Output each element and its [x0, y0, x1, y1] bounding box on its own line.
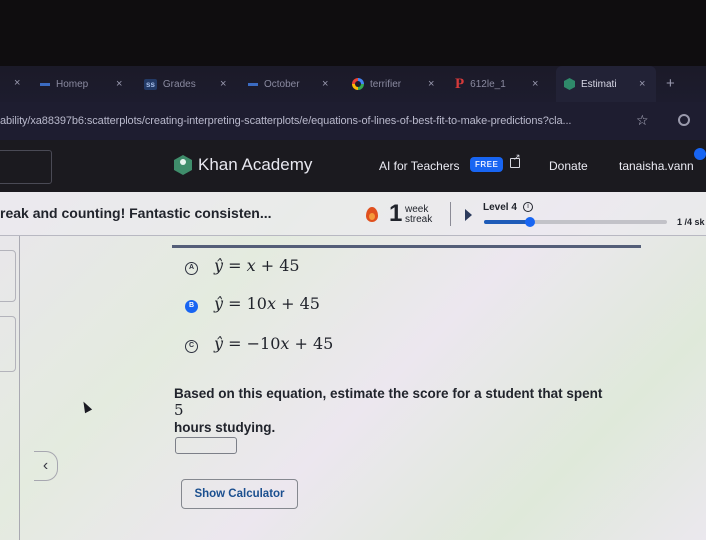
level-progress-fill	[484, 220, 530, 224]
tab-terrifier[interactable]: terrifier ×	[352, 66, 440, 102]
tab-october[interactable]: October ×	[248, 66, 338, 102]
equals-sign: =	[223, 334, 247, 353]
flame-icon	[366, 207, 378, 222]
divider	[450, 202, 451, 226]
tab-612le[interactable]: P 612le_1 ×	[455, 66, 545, 102]
tab-close-icon[interactable]: ×	[14, 77, 20, 89]
answer-input[interactable]	[175, 437, 237, 454]
choice-letter-c: C	[185, 340, 198, 353]
tab-close-icon[interactable]: ×	[322, 78, 328, 90]
dash-favicon-icon	[40, 82, 50, 86]
search-box[interactable]	[0, 150, 52, 184]
choice-b[interactable]: B ŷ = 10x + 45	[185, 294, 320, 313]
tab-label: October	[264, 78, 300, 90]
sidebar-card[interactable]	[0, 316, 16, 372]
screen-bezel	[0, 0, 706, 66]
constant-term: + 45	[289, 334, 334, 353]
user-menu[interactable]: tanaisha.vann	[619, 159, 694, 173]
streak-count: 1	[389, 200, 403, 227]
tab-estimating[interactable]: Estimati ×	[556, 66, 656, 102]
constant-term: + 45	[276, 294, 320, 313]
y-hat: ŷ	[214, 294, 224, 313]
extension-icon[interactable]	[678, 114, 690, 126]
choice-a[interactable]: A ŷ = x + 45	[185, 256, 300, 275]
dash-favicon-icon	[248, 82, 258, 86]
equals-sign: =	[223, 256, 247, 275]
tab-label: Grades	[162, 78, 196, 90]
tab-label: Estimati	[581, 78, 617, 90]
coefficient: −10	[246, 334, 281, 353]
tab-close-icon[interactable]: ×	[639, 78, 645, 90]
play-icon[interactable]	[465, 209, 472, 221]
choice-equation: ŷ = x + 45	[214, 256, 300, 275]
browser-tab-strip: × Homep × ss Grades × October × terrifie…	[0, 66, 706, 102]
notification-dot-icon	[694, 148, 706, 160]
khan-academy-logo-icon	[174, 155, 192, 175]
choice-equation: ŷ = −10x + 45	[214, 334, 333, 353]
new-tab-button[interactable]: +	[666, 75, 675, 92]
streak-unit: week streak	[405, 205, 432, 225]
streak-message: reak and counting! Fantastic consisten..…	[0, 205, 272, 221]
tab-close-icon[interactable]: ×	[532, 78, 538, 90]
tab-close-icon[interactable]: ×	[220, 78, 226, 90]
google-favicon-icon	[352, 78, 364, 90]
prompt-text: Based on this equation, estimate the sco…	[174, 386, 603, 401]
y-hat: ŷ	[214, 334, 224, 353]
tab-label: terrifier	[370, 78, 402, 90]
free-badge: FREE	[470, 157, 504, 172]
tab-close-icon[interactable]: ×	[116, 78, 122, 90]
variable-x: x	[266, 294, 277, 313]
site-header: Khan Academy AI for Teachers FREE Donate…	[0, 140, 706, 192]
tab-homepage[interactable]: Homep ×	[40, 66, 130, 102]
address-bar: ability/xa88397b6:scatterplots/creating-…	[0, 102, 706, 140]
tab-label: Homep	[56, 78, 89, 90]
prompt-tail: hours studying.	[174, 420, 276, 435]
choice-equation: ŷ = 10x + 45	[214, 294, 320, 313]
y-hat: ŷ	[214, 256, 224, 275]
question-prompt: Based on this equation, estimate the sco…	[174, 385, 614, 436]
tab-close-icon[interactable]: ×	[428, 78, 434, 90]
level-progress-knob	[524, 217, 535, 227]
choice-letter-a: A	[185, 262, 198, 275]
coefficient: 10	[246, 294, 267, 313]
donate-link[interactable]: Donate	[549, 159, 588, 173]
prompt-number: 5	[174, 401, 184, 419]
khan-academy-logo[interactable]: Khan Academy	[174, 155, 312, 175]
info-icon[interactable]: i	[523, 202, 533, 212]
logo-text: Khan Academy	[198, 155, 313, 174]
ai-for-teachers-link[interactable]: AI for Teachers	[379, 159, 459, 173]
streak-unit-streak: streak	[405, 214, 433, 225]
external-link-icon	[510, 152, 521, 168]
variable-x: x	[246, 256, 256, 275]
equals-sign: =	[223, 294, 247, 313]
sidebar-card[interactable]	[0, 250, 16, 302]
choice-letter-b: B	[185, 300, 198, 313]
tab-grades[interactable]: ss Grades ×	[144, 66, 236, 102]
khan-academy-favicon-icon	[564, 78, 575, 90]
level-label: Level 4	[483, 202, 517, 213]
bookmark-star-icon[interactable]: ☆	[636, 112, 649, 129]
collapse-sidebar-button[interactable]: ‹	[34, 451, 58, 481]
ss-favicon-icon: ss	[144, 78, 157, 90]
url-field[interactable]: ability/xa88397b6:scatterplots/creating-…	[0, 115, 622, 127]
choice-c[interactable]: C ŷ = −10x + 45	[185, 334, 333, 353]
show-calculator-button[interactable]: Show Calculator	[181, 479, 298, 509]
p-favicon-icon: P	[455, 75, 465, 92]
level-progress-bar	[484, 217, 667, 227]
tab-label: 612le_1	[470, 78, 506, 90]
streak-bar: reak and counting! Fantastic consisten..…	[0, 192, 706, 236]
skills-count: 1 /4 sk	[677, 217, 705, 227]
constant-term: + 45	[255, 256, 300, 275]
question-divider	[172, 245, 641, 248]
